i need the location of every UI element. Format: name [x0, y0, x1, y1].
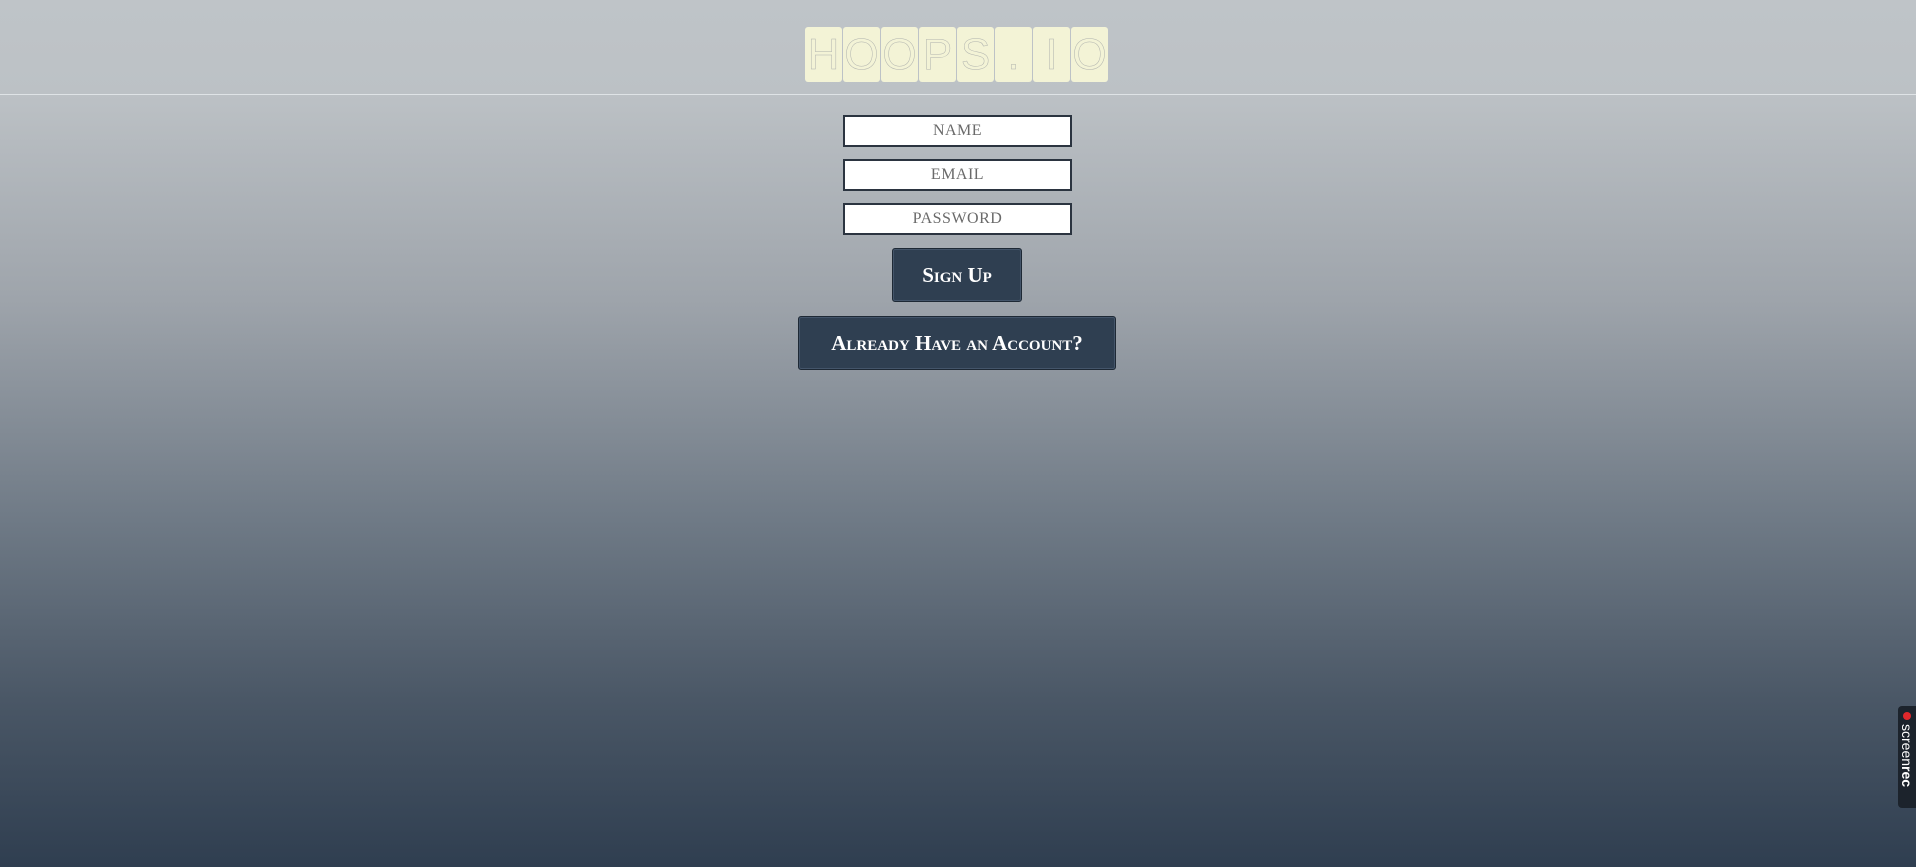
screenrec-badge[interactable]: screenrec: [1898, 706, 1916, 808]
email-field[interactable]: [843, 159, 1072, 191]
logo-tile: S: [957, 27, 994, 82]
logo-tile: I: [1033, 27, 1070, 82]
signup-form: [843, 115, 1072, 247]
logo[interactable]: H O O P S . I O: [805, 27, 1108, 82]
name-field[interactable]: [843, 115, 1072, 147]
password-field[interactable]: [843, 203, 1072, 235]
header: H O O P S . I O: [0, 0, 1916, 95]
logo-tile: O: [1071, 27, 1108, 82]
sign-up-button[interactable]: Sign Up: [892, 248, 1022, 302]
screenrec-label: screenrec: [1899, 724, 1915, 788]
logo-tile: O: [843, 27, 880, 82]
logo-tile: O: [881, 27, 918, 82]
record-dot-icon: [1903, 712, 1911, 720]
already-have-account-button[interactable]: Already Have an Account?: [798, 316, 1116, 370]
logo-tile: P: [919, 27, 956, 82]
logo-tile: .: [995, 27, 1032, 82]
logo-tile: H: [805, 27, 842, 82]
